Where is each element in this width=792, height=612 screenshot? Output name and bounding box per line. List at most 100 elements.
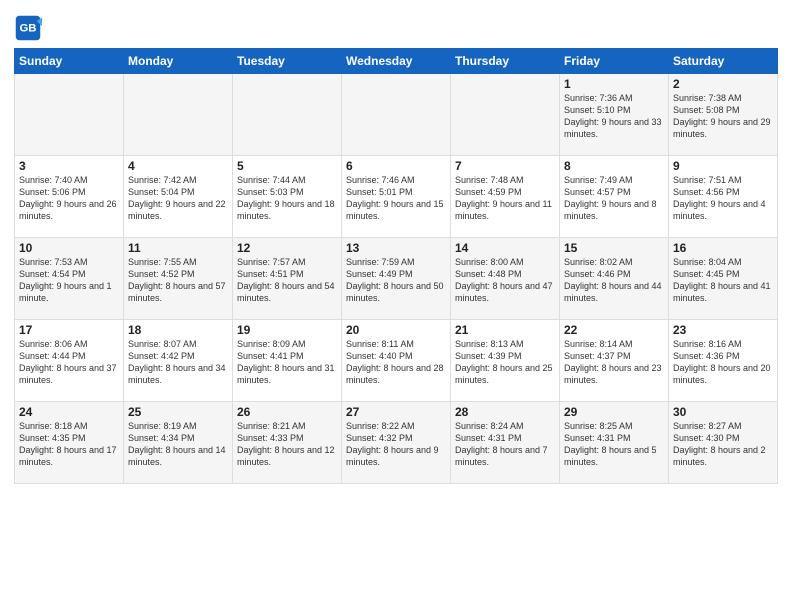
day-number: 2 <box>673 77 773 91</box>
day-info: Sunrise: 8:18 AM Sunset: 4:35 PM Dayligh… <box>19 420 119 469</box>
day-number: 24 <box>19 405 119 419</box>
day-number: 30 <box>673 405 773 419</box>
day-info: Sunrise: 8:04 AM Sunset: 4:45 PM Dayligh… <box>673 256 773 305</box>
day-cell: 17Sunrise: 8:06 AM Sunset: 4:44 PM Dayli… <box>15 320 124 402</box>
day-info: Sunrise: 7:48 AM Sunset: 4:59 PM Dayligh… <box>455 174 555 223</box>
day-info: Sunrise: 7:49 AM Sunset: 4:57 PM Dayligh… <box>564 174 664 223</box>
week-row-2: 3Sunrise: 7:40 AM Sunset: 5:06 PM Daylig… <box>15 156 778 238</box>
day-info: Sunrise: 8:22 AM Sunset: 4:32 PM Dayligh… <box>346 420 446 469</box>
day-number: 7 <box>455 159 555 173</box>
day-cell: 23Sunrise: 8:16 AM Sunset: 4:36 PM Dayli… <box>669 320 778 402</box>
day-info: Sunrise: 8:16 AM Sunset: 4:36 PM Dayligh… <box>673 338 773 387</box>
day-number: 23 <box>673 323 773 337</box>
day-cell: 24Sunrise: 8:18 AM Sunset: 4:35 PM Dayli… <box>15 402 124 484</box>
day-info: Sunrise: 8:02 AM Sunset: 4:46 PM Dayligh… <box>564 256 664 305</box>
header-row: SundayMondayTuesdayWednesdayThursdayFrid… <box>15 49 778 74</box>
day-number: 22 <box>564 323 664 337</box>
week-row-4: 17Sunrise: 8:06 AM Sunset: 4:44 PM Dayli… <box>15 320 778 402</box>
day-cell: 10Sunrise: 7:53 AM Sunset: 4:54 PM Dayli… <box>15 238 124 320</box>
day-info: Sunrise: 7:59 AM Sunset: 4:49 PM Dayligh… <box>346 256 446 305</box>
day-info: Sunrise: 8:27 AM Sunset: 4:30 PM Dayligh… <box>673 420 773 469</box>
day-info: Sunrise: 8:13 AM Sunset: 4:39 PM Dayligh… <box>455 338 555 387</box>
day-info: Sunrise: 7:36 AM Sunset: 5:10 PM Dayligh… <box>564 92 664 141</box>
week-row-1: 1Sunrise: 7:36 AM Sunset: 5:10 PM Daylig… <box>15 74 778 156</box>
day-number: 12 <box>237 241 337 255</box>
day-info: Sunrise: 7:46 AM Sunset: 5:01 PM Dayligh… <box>346 174 446 223</box>
day-number: 1 <box>564 77 664 91</box>
day-info: Sunrise: 7:40 AM Sunset: 5:06 PM Dayligh… <box>19 174 119 223</box>
day-info: Sunrise: 7:55 AM Sunset: 4:52 PM Dayligh… <box>128 256 228 305</box>
day-number: 26 <box>237 405 337 419</box>
day-cell: 20Sunrise: 8:11 AM Sunset: 4:40 PM Dayli… <box>342 320 451 402</box>
day-cell: 11Sunrise: 7:55 AM Sunset: 4:52 PM Dayli… <box>124 238 233 320</box>
day-number: 15 <box>564 241 664 255</box>
col-header-saturday: Saturday <box>669 49 778 74</box>
day-number: 17 <box>19 323 119 337</box>
day-info: Sunrise: 8:00 AM Sunset: 4:48 PM Dayligh… <box>455 256 555 305</box>
logo-icon: GB <box>14 14 42 42</box>
day-number: 10 <box>19 241 119 255</box>
day-number: 28 <box>455 405 555 419</box>
day-cell: 7Sunrise: 7:48 AM Sunset: 4:59 PM Daylig… <box>451 156 560 238</box>
col-header-monday: Monday <box>124 49 233 74</box>
day-number: 29 <box>564 405 664 419</box>
day-cell: 9Sunrise: 7:51 AM Sunset: 4:56 PM Daylig… <box>669 156 778 238</box>
day-number: 20 <box>346 323 446 337</box>
day-info: Sunrise: 8:07 AM Sunset: 4:42 PM Dayligh… <box>128 338 228 387</box>
day-number: 4 <box>128 159 228 173</box>
col-header-tuesday: Tuesday <box>233 49 342 74</box>
day-number: 18 <box>128 323 228 337</box>
day-cell: 1Sunrise: 7:36 AM Sunset: 5:10 PM Daylig… <box>560 74 669 156</box>
day-info: Sunrise: 7:57 AM Sunset: 4:51 PM Dayligh… <box>237 256 337 305</box>
week-row-5: 24Sunrise: 8:18 AM Sunset: 4:35 PM Dayli… <box>15 402 778 484</box>
day-cell <box>124 74 233 156</box>
day-info: Sunrise: 8:14 AM Sunset: 4:37 PM Dayligh… <box>564 338 664 387</box>
day-number: 3 <box>19 159 119 173</box>
col-header-thursday: Thursday <box>451 49 560 74</box>
day-number: 19 <box>237 323 337 337</box>
day-cell: 3Sunrise: 7:40 AM Sunset: 5:06 PM Daylig… <box>15 156 124 238</box>
day-cell: 25Sunrise: 8:19 AM Sunset: 4:34 PM Dayli… <box>124 402 233 484</box>
day-cell: 22Sunrise: 8:14 AM Sunset: 4:37 PM Dayli… <box>560 320 669 402</box>
day-info: Sunrise: 7:53 AM Sunset: 4:54 PM Dayligh… <box>19 256 119 305</box>
day-number: 11 <box>128 241 228 255</box>
day-cell <box>233 74 342 156</box>
day-cell: 6Sunrise: 7:46 AM Sunset: 5:01 PM Daylig… <box>342 156 451 238</box>
week-row-3: 10Sunrise: 7:53 AM Sunset: 4:54 PM Dayli… <box>15 238 778 320</box>
col-header-sunday: Sunday <box>15 49 124 74</box>
svg-text:GB: GB <box>19 23 36 35</box>
day-number: 13 <box>346 241 446 255</box>
col-header-friday: Friday <box>560 49 669 74</box>
header: GB <box>14 10 778 42</box>
day-number: 6 <box>346 159 446 173</box>
day-info: Sunrise: 8:06 AM Sunset: 4:44 PM Dayligh… <box>19 338 119 387</box>
day-info: Sunrise: 8:11 AM Sunset: 4:40 PM Dayligh… <box>346 338 446 387</box>
day-info: Sunrise: 7:51 AM Sunset: 4:56 PM Dayligh… <box>673 174 773 223</box>
day-cell: 29Sunrise: 8:25 AM Sunset: 4:31 PM Dayli… <box>560 402 669 484</box>
day-cell: 30Sunrise: 8:27 AM Sunset: 4:30 PM Dayli… <box>669 402 778 484</box>
day-cell: 28Sunrise: 8:24 AM Sunset: 4:31 PM Dayli… <box>451 402 560 484</box>
calendar-table: SundayMondayTuesdayWednesdayThursdayFrid… <box>14 48 778 484</box>
day-cell: 19Sunrise: 8:09 AM Sunset: 4:41 PM Dayli… <box>233 320 342 402</box>
logo: GB <box>14 14 46 42</box>
day-cell: 16Sunrise: 8:04 AM Sunset: 4:45 PM Dayli… <box>669 238 778 320</box>
day-number: 21 <box>455 323 555 337</box>
day-number: 5 <box>237 159 337 173</box>
day-number: 14 <box>455 241 555 255</box>
day-cell: 2Sunrise: 7:38 AM Sunset: 5:08 PM Daylig… <box>669 74 778 156</box>
day-number: 8 <box>564 159 664 173</box>
day-cell: 21Sunrise: 8:13 AM Sunset: 4:39 PM Dayli… <box>451 320 560 402</box>
day-info: Sunrise: 7:44 AM Sunset: 5:03 PM Dayligh… <box>237 174 337 223</box>
day-cell <box>15 74 124 156</box>
col-header-wednesday: Wednesday <box>342 49 451 74</box>
day-cell <box>342 74 451 156</box>
day-info: Sunrise: 8:19 AM Sunset: 4:34 PM Dayligh… <box>128 420 228 469</box>
day-number: 25 <box>128 405 228 419</box>
day-cell: 8Sunrise: 7:49 AM Sunset: 4:57 PM Daylig… <box>560 156 669 238</box>
day-cell: 15Sunrise: 8:02 AM Sunset: 4:46 PM Dayli… <box>560 238 669 320</box>
day-cell: 27Sunrise: 8:22 AM Sunset: 4:32 PM Dayli… <box>342 402 451 484</box>
day-info: Sunrise: 7:38 AM Sunset: 5:08 PM Dayligh… <box>673 92 773 141</box>
day-info: Sunrise: 8:24 AM Sunset: 4:31 PM Dayligh… <box>455 420 555 469</box>
page-container: GB SundayMondayTuesdayWednesdayThursdayF… <box>0 0 792 492</box>
day-number: 27 <box>346 405 446 419</box>
